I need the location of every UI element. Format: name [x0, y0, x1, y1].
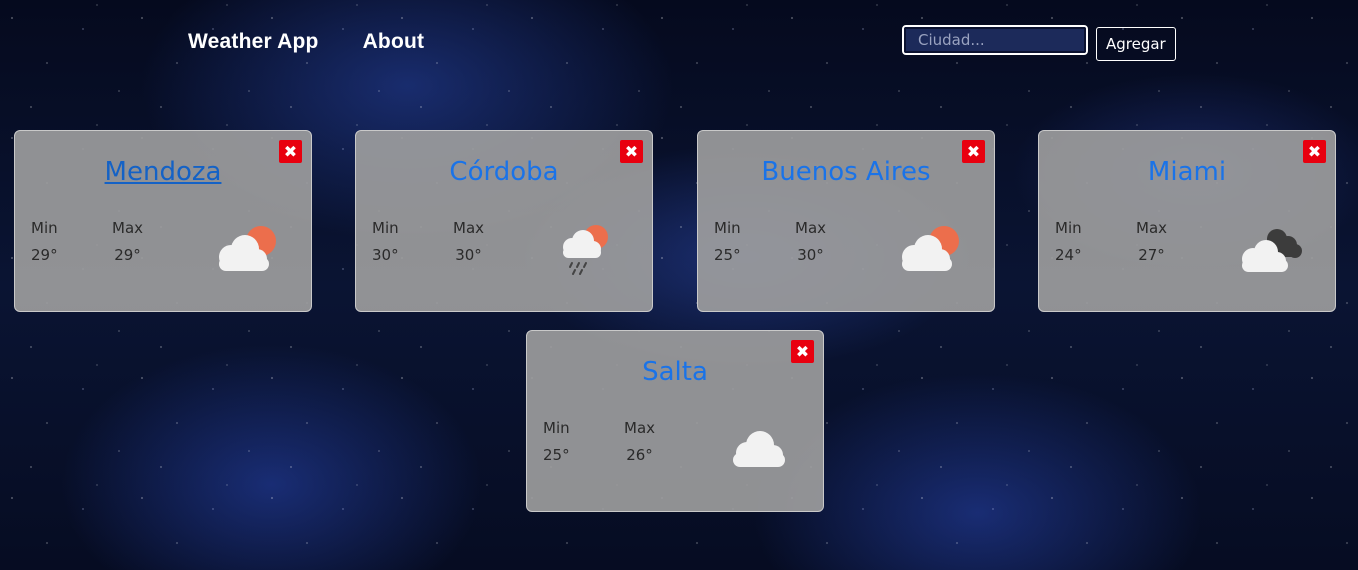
partly-cloudy-icon [219, 226, 276, 271]
max-value: 30° [797, 246, 824, 264]
min-label: Min [543, 419, 570, 437]
city-title[interactable]: Córdoba [356, 157, 652, 187]
max-value: 29° [114, 246, 141, 264]
min-value: 25° [543, 446, 570, 464]
min-temp: Min 29° [31, 219, 58, 264]
min-value: 29° [31, 246, 58, 264]
max-label: Max [453, 219, 485, 237]
max-value: 26° [626, 446, 653, 464]
max-label: Max [624, 419, 656, 437]
min-label: Min [372, 219, 399, 237]
cloud-icon [733, 431, 785, 467]
max-value: 27° [1138, 246, 1165, 264]
max-temp: Max 30° [453, 219, 484, 264]
max-value: 30° [455, 246, 482, 264]
brand-link[interactable]: Weather App [188, 30, 319, 54]
max-label: Max [1136, 219, 1168, 237]
min-label: Min [714, 219, 741, 237]
city-card-cordoba: ✖ Córdoba Min 30° Max 30° [355, 130, 653, 312]
max-temp: Max 26° [624, 419, 655, 464]
city-title-link[interactable]: Mendoza [15, 157, 311, 187]
city-card-buenos-aires: ✖ Buenos Aires Min 25° Max 30° [697, 130, 995, 312]
min-value: 24° [1055, 246, 1082, 264]
min-label: Min [31, 219, 58, 237]
max-temp: Max 30° [795, 219, 826, 264]
max-label: Max [795, 219, 827, 237]
top-nav: Weather App About [188, 30, 424, 54]
rain-sun-icon [563, 225, 608, 275]
max-temp: Max 27° [1136, 219, 1167, 264]
city-search-input[interactable] [902, 25, 1088, 55]
min-value: 25° [714, 246, 741, 264]
min-temp: Min 30° [372, 219, 399, 264]
min-temp: Min 25° [543, 419, 570, 464]
city-card-miami: ✖ Miami Min 24° Max 27° [1038, 130, 1336, 312]
city-title[interactable]: Miami [1039, 157, 1335, 187]
min-value: 30° [372, 246, 399, 264]
min-temp: Min 24° [1055, 219, 1082, 264]
city-card-mendoza: ✖ Mendoza Min 29° Max 29° [14, 130, 312, 312]
about-link[interactable]: About [363, 30, 425, 54]
max-temp: Max 29° [112, 219, 143, 264]
min-temp: Min 25° [714, 219, 741, 264]
max-label: Max [112, 219, 144, 237]
min-label: Min [1055, 219, 1082, 237]
partly-cloudy-icon [902, 226, 959, 271]
city-title[interactable]: Buenos Aires [698, 157, 994, 187]
dark-clouds-icon [1242, 229, 1302, 272]
add-city-button[interactable]: Agregar [1096, 27, 1176, 61]
city-title[interactable]: Salta [527, 357, 823, 387]
city-card-salta: ✖ Salta Min 25° Max 26° [526, 330, 824, 512]
search-form: Agregar [902, 25, 1176, 61]
